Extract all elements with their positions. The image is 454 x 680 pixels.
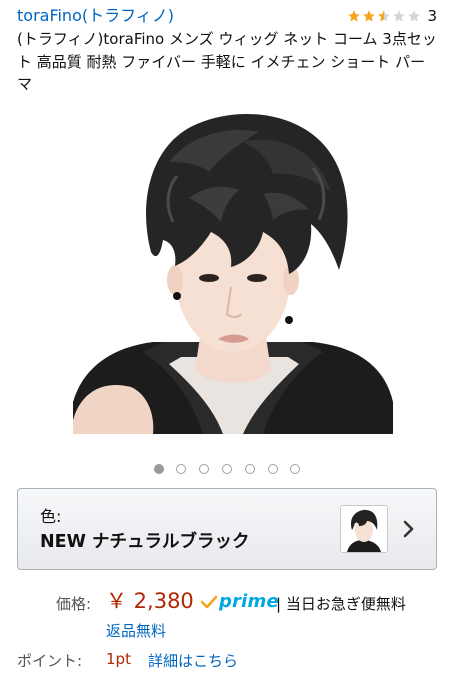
- points-row: ポイント: 1pt 詳細はこちら: [0, 649, 454, 671]
- star-icon: [347, 9, 361, 23]
- prime-text: prime: [219, 591, 279, 612]
- carousel-dot[interactable]: [176, 464, 187, 474]
- brand-link[interactable]: toraFino(トラフィノ): [17, 6, 174, 26]
- variation-label: 色:: [40, 507, 62, 526]
- delivery-info: | 当日お急ぎ便無料: [276, 595, 406, 613]
- rating-count: 3: [427, 7, 437, 25]
- carousel-dot[interactable]: [267, 464, 278, 474]
- carousel-dots[interactable]: [0, 464, 454, 474]
- product-title: (トラフィノ)toraFino メンズ ウィッグ ネット コーム 3点セット 高…: [17, 30, 437, 93]
- price-value: ￥ 2,380: [106, 589, 194, 613]
- star-icon: [362, 9, 376, 23]
- variation-thumbnail: [340, 505, 388, 553]
- free-returns-link[interactable]: 返品無料: [106, 620, 166, 641]
- star-empty-icon: [392, 9, 406, 23]
- carousel-dot[interactable]: [222, 464, 232, 474]
- points-value: 1pt: [106, 650, 131, 668]
- product-image[interactable]: [73, 102, 393, 434]
- points-label: ポイント:: [17, 652, 83, 670]
- carousel-dot[interactable]: [199, 464, 210, 474]
- carousel-dot-active[interactable]: [153, 464, 164, 474]
- prime-check-icon: [201, 595, 217, 609]
- variation-value: NEW ナチュラルブラック: [40, 532, 250, 552]
- star-half-icon: [377, 9, 391, 23]
- star-empty-icon: [407, 9, 421, 23]
- price-label: 価格:: [56, 595, 92, 613]
- rating[interactable]: 3: [347, 8, 437, 24]
- points-details-link[interactable]: 詳細はこちら: [148, 650, 238, 671]
- prime-badge: prime: [201, 591, 279, 613]
- carousel-dot[interactable]: [290, 464, 301, 474]
- carousel-dot[interactable]: [244, 464, 255, 474]
- chevron-right-icon: [402, 520, 416, 538]
- color-variation-selector[interactable]: 色: NEW ナチュラルブラック: [17, 488, 437, 570]
- price-row: 価格: ￥ 2,380 prime | 当日お急ぎ便無料: [0, 589, 454, 614]
- brand-row: toraFino(トラフィノ) 3: [17, 6, 437, 28]
